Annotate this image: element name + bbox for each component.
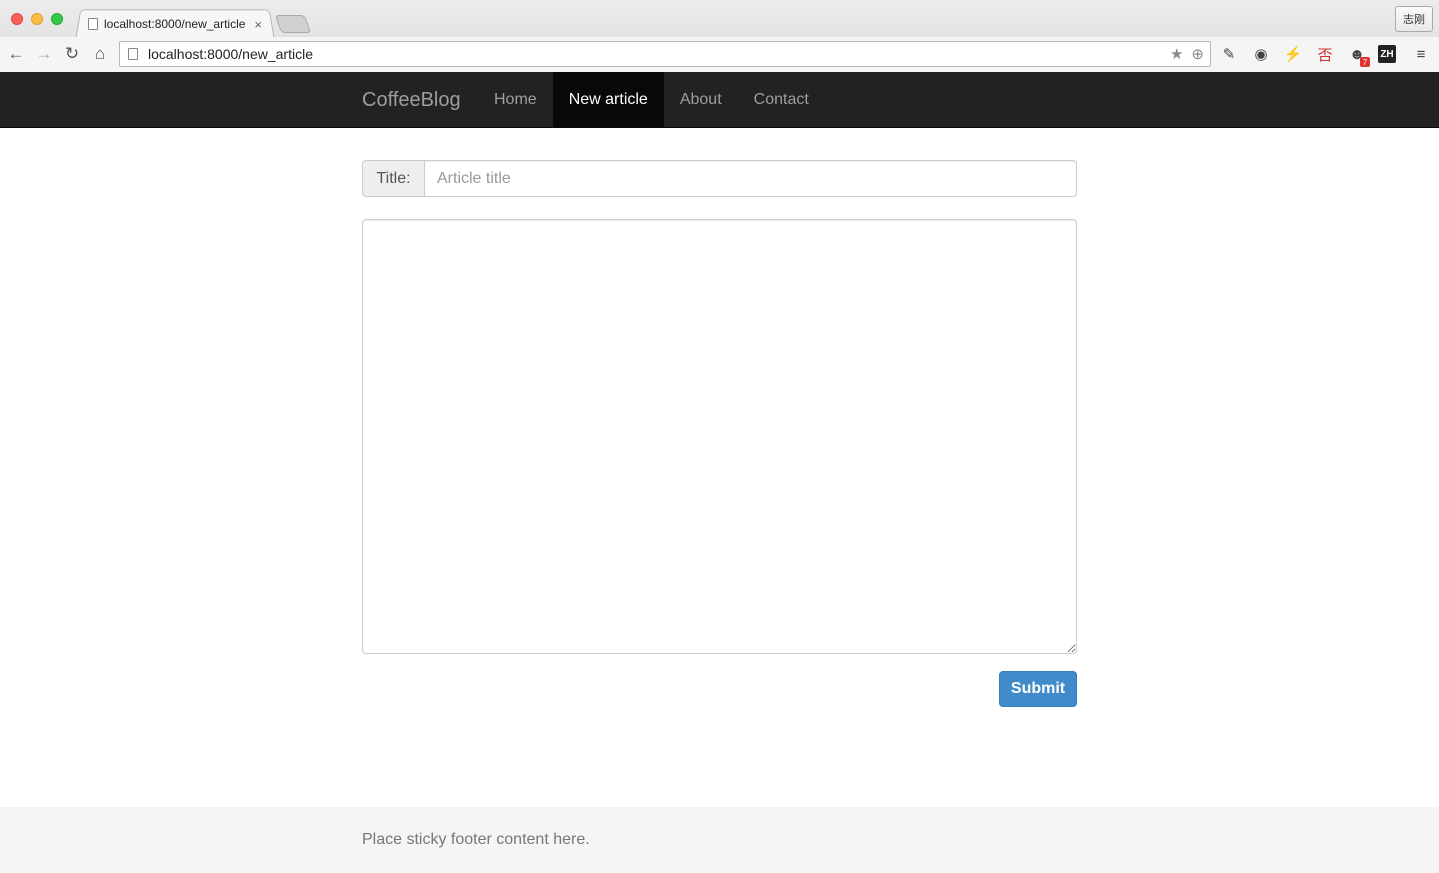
brand-link[interactable]: CoffeeBlog xyxy=(362,72,461,128)
zh-icon[interactable]: ZH xyxy=(1378,45,1396,63)
browser-toolbar: ← → ↻ ⌂ localhost:8000/new_article ★ ⊕ ✎… xyxy=(0,37,1439,72)
back-button[interactable]: ← xyxy=(5,43,27,65)
site-navbar: CoffeeBlog Home New article About Contac… xyxy=(0,72,1439,128)
close-window-button[interactable] xyxy=(11,13,23,25)
pin-icon[interactable]: ✎ xyxy=(1218,43,1240,65)
article-body-textarea[interactable] xyxy=(362,219,1077,654)
title-label: Title: xyxy=(362,160,424,197)
page-icon xyxy=(88,18,98,30)
title-input[interactable] xyxy=(424,160,1077,197)
home-icon: ⌂ xyxy=(94,44,106,63)
browser-chrome: localhost:8000/new_article × 志刚 ← → ↻ ⌂ … xyxy=(0,0,1439,72)
sticky-footer: Place sticky footer content here. xyxy=(0,807,1439,873)
nav-about[interactable]: About xyxy=(664,72,738,128)
arrow-left-icon: ← xyxy=(7,44,25,63)
browser-tab-content[interactable]: localhost:8000/new_article × xyxy=(88,12,268,36)
nav-new-article[interactable]: New article xyxy=(552,72,664,128)
submit-button[interactable]: Submit xyxy=(999,671,1077,707)
page-icon xyxy=(128,48,138,60)
star-icon[interactable]: ★ xyxy=(1170,45,1183,63)
title-input-group: Title: xyxy=(362,160,1077,197)
extension-icons: ✎ ◉ ⚡ 否 ☻ 7 ZH ≡ xyxy=(1218,43,1432,67)
arrow-right-icon: → xyxy=(35,44,53,63)
nav-links: Home New article About Contact xyxy=(478,72,825,128)
lightning-icon[interactable]: ⚡ xyxy=(1282,43,1304,65)
menu-icon[interactable]: ≡ xyxy=(1410,43,1432,65)
profile-button[interactable]: 志刚 xyxy=(1395,6,1433,32)
reload-button[interactable]: ↻ xyxy=(61,43,83,65)
minimize-window-button[interactable] xyxy=(31,13,43,25)
tab-close-icon[interactable]: × xyxy=(254,17,268,32)
ghost-badge: 7 xyxy=(1360,57,1370,67)
ghost-icon[interactable]: ☻ 7 xyxy=(1346,43,1370,67)
url-text[interactable]: localhost:8000/new_article xyxy=(148,46,313,62)
maximize-window-button[interactable] xyxy=(51,13,63,25)
footer-text: Place sticky footer content here. xyxy=(362,831,590,848)
nav-home[interactable]: Home xyxy=(478,72,553,128)
nav-contact[interactable]: Contact xyxy=(738,72,825,128)
tab-title: localhost:8000/new_article xyxy=(104,17,246,31)
new-tab-button[interactable] xyxy=(274,15,312,33)
forward-button[interactable]: → xyxy=(33,43,55,65)
reload-icon: ↻ xyxy=(64,44,80,63)
translate-icon[interactable]: 否 xyxy=(1314,43,1336,65)
tab-strip: localhost:8000/new_article × 志刚 xyxy=(0,0,1439,38)
zoom-icon[interactable]: ⊕ xyxy=(1191,45,1204,63)
pocket-icon[interactable]: ◉ xyxy=(1250,43,1272,65)
home-button[interactable]: ⌂ xyxy=(89,43,111,65)
address-bar[interactable]: localhost:8000/new_article ★ ⊕ xyxy=(119,41,1211,67)
